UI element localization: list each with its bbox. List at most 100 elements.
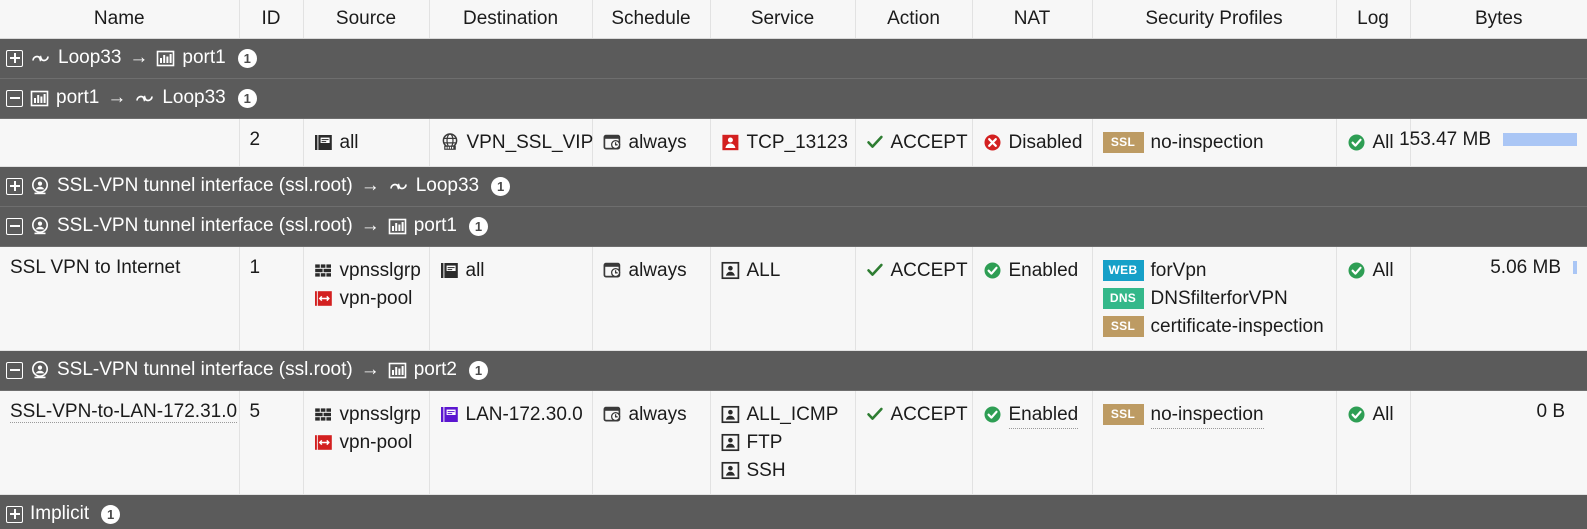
source-item[interactable]: all [314,129,419,156]
group-header-row[interactable]: SSL-VPN tunnel interface (ssl.root)→port… [0,206,1587,246]
schedule-item[interactable]: always [603,257,700,284]
cell-service[interactable]: ALL [710,246,855,350]
cell-bytes[interactable]: 0 B [1410,390,1587,494]
policy-row[interactable]: SSL VPN to Internet1vpnsslgrpvpn-poolall… [0,246,1587,350]
action-value: ACCEPT [866,257,962,284]
group-header-row[interactable]: port1→Loop331 [0,78,1587,118]
cell-nat[interactable]: Enabled [972,246,1092,350]
policy-row[interactable]: 2 all VPN_SSL_VIP always TCP_13123 ACCEPT Disa… [0,118,1587,166]
loopback-icon [388,177,409,196]
service-item[interactable]: SSH [721,457,845,484]
cell-destination[interactable]: VPN_SSL_VIP [429,118,592,166]
group-header-row[interactable]: Loop33→port11 [0,38,1587,78]
source-item[interactable]: vpn-pool [314,429,419,456]
log-label: All [1373,257,1394,284]
destination-label: VPN_SSL_VIP [467,129,594,156]
column-header-action[interactable]: Action [855,0,972,38]
cell-service[interactable]: ALL_ICMPFTPSSH [710,390,855,494]
column-header-nat[interactable]: NAT [972,0,1092,38]
group-source-label: SSL-VPN tunnel interface (ssl.root) [57,215,353,237]
nat-value: Disabled [983,129,1082,156]
column-header-id[interactable]: ID [239,0,303,38]
group-header-row[interactable]: SSL-VPN tunnel interface (ssl.root)→Loop… [0,166,1587,206]
cell-nat[interactable]: Disabled [972,118,1092,166]
action-value: ACCEPT [866,401,962,428]
service-item[interactable]: ALL_ICMP [721,401,845,428]
service-item[interactable]: TCP_13123 [721,129,845,156]
cell-schedule[interactable]: always [592,390,710,494]
bytes-bar [1573,261,1577,274]
cell-service[interactable]: TCP_13123 [710,118,855,166]
minus-icon[interactable] [6,362,23,379]
cell-security-profiles[interactable]: SSLno-inspection [1092,118,1336,166]
cell-name[interactable]: SSL-VPN-to-LAN-172.31.0 [0,390,239,494]
cell-action[interactable]: ACCEPT [855,390,972,494]
service-item[interactable]: ALL [721,257,845,284]
cell-log[interactable]: All [1336,390,1410,494]
minus-icon[interactable] [6,90,23,107]
cell-security-profiles[interactable]: SSLno-inspection [1092,390,1336,494]
cell-bytes[interactable]: 153.47 MB [1410,118,1587,166]
plus-icon[interactable] [6,506,23,523]
column-header-bytes[interactable]: Bytes [1410,0,1587,38]
destination-label: all [466,257,485,284]
cell-source[interactable]: vpnsslgrpvpn-pool [303,246,429,350]
service-item[interactable]: FTP [721,429,845,456]
group-header-cell: SSL-VPN tunnel interface (ssl.root)→Loop… [0,166,1587,206]
plus-icon[interactable] [6,50,23,67]
source-item[interactable]: vpnsslgrp [314,257,419,284]
source-item[interactable]: vpnsslgrp [314,401,419,428]
column-header-source[interactable]: Source [303,0,429,38]
cell-action[interactable]: ACCEPT [855,246,972,350]
log-label: All [1373,401,1394,428]
policy-row[interactable]: SSL-VPN-to-LAN-172.31.05vpnsslgrpvpn-poo… [0,390,1587,494]
service-label: ALL_ICMP [747,401,839,428]
cell-name[interactable]: SSL VPN to Internet [0,246,239,350]
cell-security-profiles[interactable]: WEBforVpnDNSDNSfilterforVPNSSLcertificat… [1092,246,1336,350]
minus-icon[interactable] [6,218,23,235]
security-profile-label: no-inspection [1151,401,1264,429]
column-header-name[interactable]: Name [0,0,239,38]
group-header-cell: Loop33→port11 [0,38,1587,78]
security-profile-item[interactable]: SSLno-inspection [1103,401,1326,429]
source-item[interactable]: vpn-pool [314,285,419,312]
security-profile-item[interactable]: SSLno-inspection [1103,129,1326,156]
destination-item[interactable]: VPN_SSL_VIP [440,129,582,156]
cell-nat[interactable]: Enabled [972,390,1092,494]
cell-bytes[interactable]: 5.06 MB [1410,246,1587,350]
plus-icon[interactable] [6,178,23,195]
schedule-item[interactable]: always [603,401,700,428]
accept-check-icon [866,261,884,279]
physical-port-icon [388,217,407,236]
destination-item[interactable]: all [440,257,582,284]
schedule-item[interactable]: always [603,129,700,156]
column-header-service[interactable]: Service [710,0,855,38]
cell-destination[interactable]: LAN-172.30.0 [429,390,592,494]
column-header-profiles[interactable]: Security Profiles [1092,0,1336,38]
cell-destination[interactable]: all [429,246,592,350]
column-header-log[interactable]: Log [1336,0,1410,38]
cell-id[interactable]: 5 [239,390,303,494]
cell-source[interactable]: vpnsslgrpvpn-pool [303,390,429,494]
implicit-group-row[interactable]: Implicit1 [0,494,1587,529]
security-profile-badge: SSL [1103,316,1144,337]
cell-source[interactable]: all [303,118,429,166]
nat-label: Enabled [1009,257,1079,284]
cell-id[interactable]: 2 [239,118,303,166]
cell-name[interactable] [0,118,239,166]
cell-schedule[interactable]: always [592,246,710,350]
group-header-row[interactable]: SSL-VPN tunnel interface (ssl.root)→port… [0,350,1587,390]
cell-schedule[interactable]: always [592,118,710,166]
cell-id[interactable]: 1 [239,246,303,350]
security-profile-item[interactable]: SSLcertificate-inspection [1103,313,1326,340]
column-header-schedule[interactable]: Schedule [592,0,710,38]
destination-label: LAN-172.30.0 [466,401,583,428]
cell-log[interactable]: All [1336,246,1410,350]
group-source-label: Loop33 [58,47,121,69]
cell-action[interactable]: ACCEPT [855,118,972,166]
security-profile-item[interactable]: DNSDNSfilterforVPN [1103,285,1326,312]
service-red-icon [721,133,740,152]
destination-item[interactable]: LAN-172.30.0 [440,401,582,428]
security-profile-item[interactable]: WEBforVpn [1103,257,1326,284]
column-header-dest[interactable]: Destination [429,0,592,38]
